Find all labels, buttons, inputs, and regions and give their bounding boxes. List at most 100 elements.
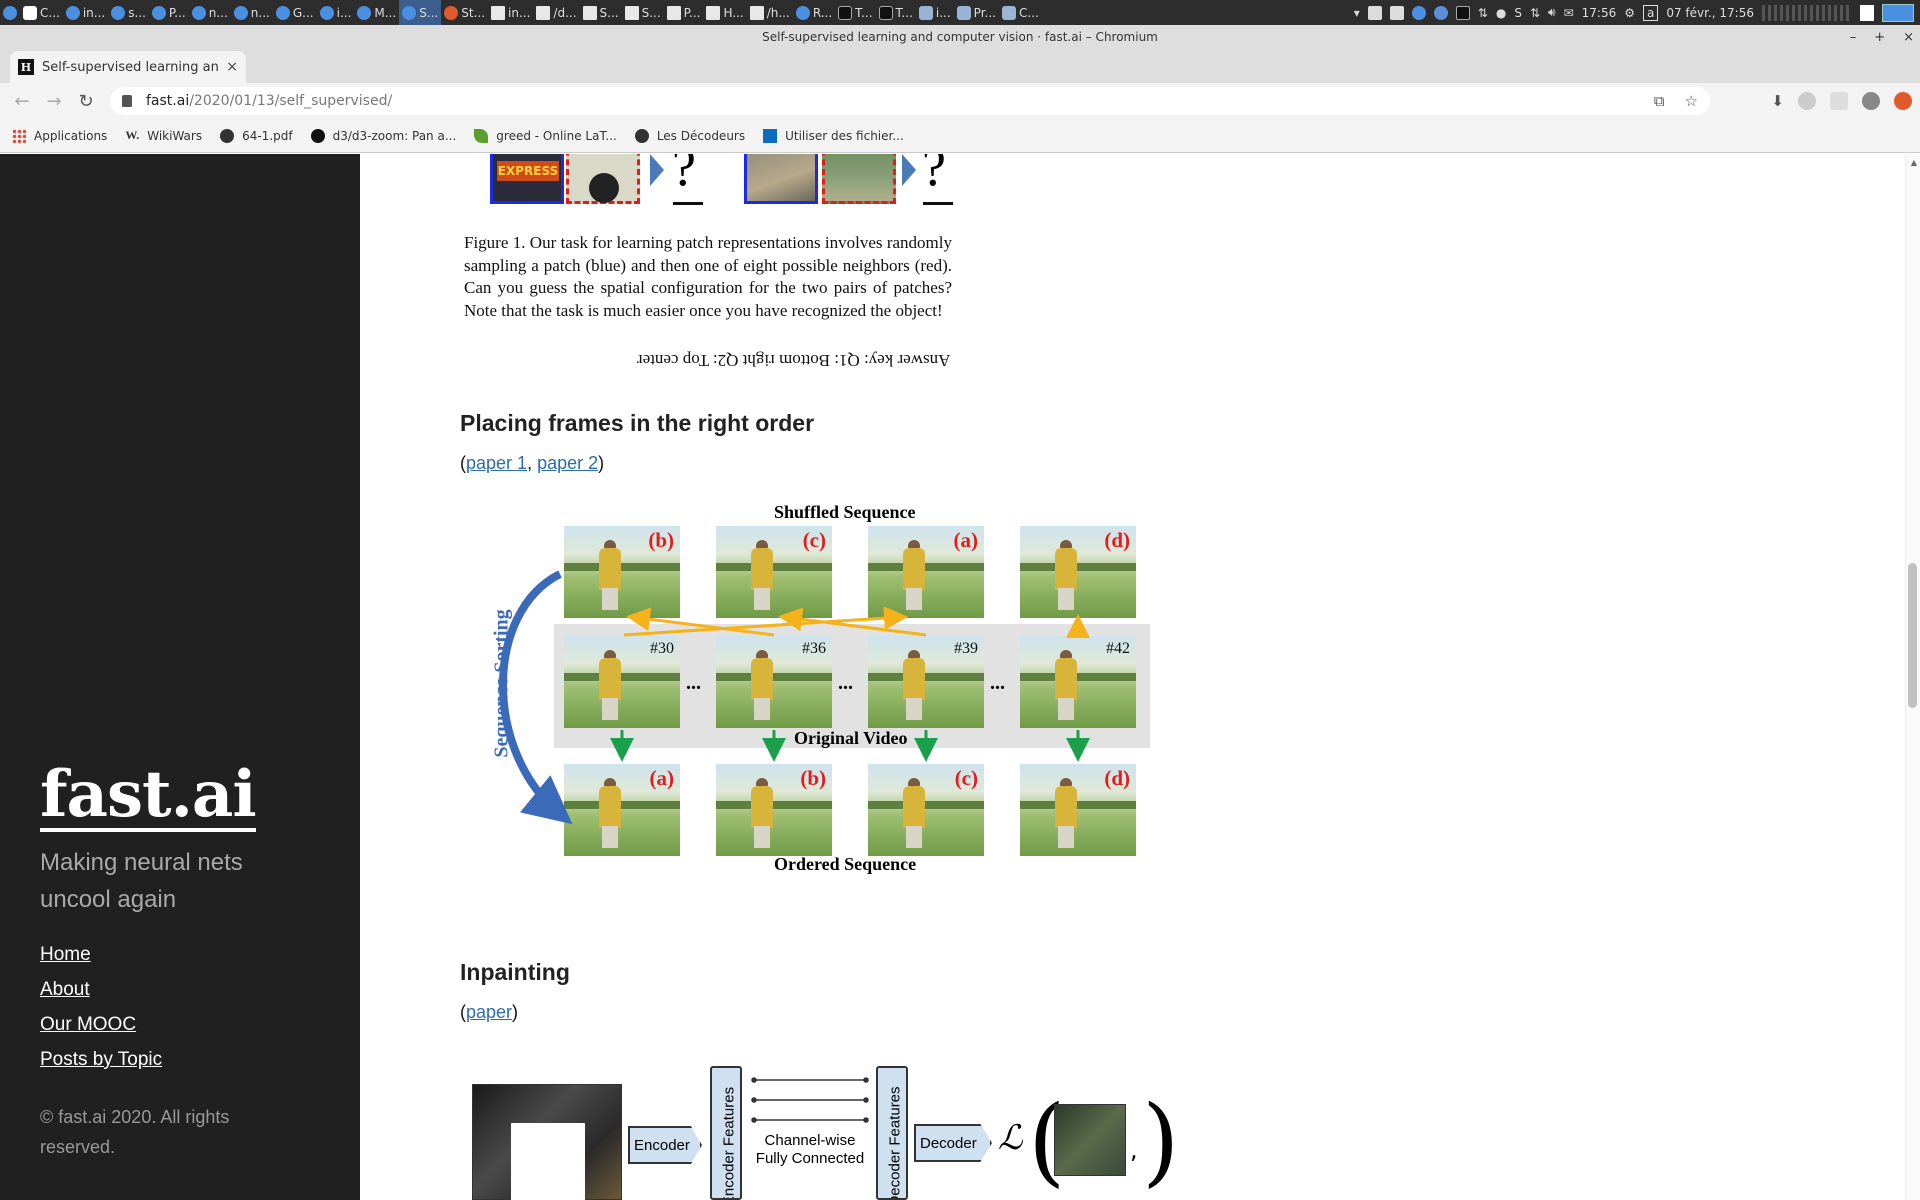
address-bar[interactable]: fast.ai /2020/01/13/self_supervised/ ⧉ ☆	[110, 87, 1710, 115]
network-transfer-icon[interactable]: ⇅	[1478, 6, 1488, 20]
settings-gear-icon[interactable]: ⚙	[1624, 6, 1635, 20]
taskbar-item[interactable]: in...	[488, 0, 533, 25]
leaf-icon	[474, 128, 489, 143]
taskbar-item[interactable]: C...	[20, 0, 63, 25]
page-scrollbar[interactable]: ▲	[1905, 154, 1920, 1200]
taskbar-item[interactable]: P...	[664, 0, 704, 25]
mail-icon[interactable]: ✉	[1564, 6, 1574, 20]
maximize-button[interactable]: +	[1874, 30, 1885, 45]
tab-active[interactable]: H Self-supervised learning and co ×	[10, 51, 246, 83]
update-icon[interactable]: ●	[1496, 6, 1506, 20]
r-launcher-icon[interactable]	[1433, 5, 1448, 20]
chromium-launcher-icon[interactable]	[1411, 5, 1426, 20]
bookmark-greed[interactable]: greed - Online LaT...	[474, 128, 617, 143]
taskbar-item-label: S...	[641, 5, 661, 20]
scrollbar-thumb[interactable]	[1908, 563, 1917, 708]
menu-button[interactable]	[0, 0, 20, 25]
forward-button[interactable]: →	[38, 85, 70, 117]
taskbar-item[interactable]: i...	[317, 0, 355, 25]
translate-icon[interactable]: ⧉	[1654, 92, 1665, 110]
url-path: /2020/01/13/self_supervised/	[189, 93, 393, 109]
taskbar-item[interactable]: H...	[703, 0, 746, 25]
minimize-button[interactable]: –	[1850, 30, 1857, 45]
taskbar-item[interactable]: i...	[916, 0, 954, 25]
window-title: Self-supervised learning and computer vi…	[0, 25, 1920, 50]
taskbar-item[interactable]: S...	[580, 0, 622, 25]
paper-1-link[interactable]: paper 1	[466, 453, 527, 473]
nav-link-home[interactable]: Home	[40, 942, 162, 967]
channel-wise-fc-label: Channel-wise Fully Connected	[755, 1132, 865, 1167]
globe-icon	[634, 128, 649, 143]
reload-button[interactable]: ↻	[70, 85, 102, 117]
site-logo[interactable]: fast.ai	[40, 762, 257, 832]
taskbar-item[interactable]: P...	[149, 0, 189, 25]
profile-icon[interactable]	[1894, 92, 1912, 110]
clock[interactable]: 17:56	[1582, 6, 1617, 20]
taskbar-item-label: T...	[855, 5, 873, 20]
taskbar-item[interactable]: /d...	[533, 0, 579, 25]
taskbar-item[interactable]: R...	[793, 0, 835, 25]
nav-link-posts-by-topic[interactable]: Posts by Topic	[40, 1047, 162, 1072]
taskbar-item[interactable]: St...	[441, 0, 488, 25]
scroll-up-arrow-icon[interactable]: ▲	[1911, 158, 1917, 167]
show-desktop-button[interactable]	[1882, 3, 1914, 22]
bookmark-d3-zoom[interactable]: d3/d3-zoom: Pan a...	[310, 128, 456, 143]
taskbar-item[interactable]: G...	[273, 0, 317, 25]
taskbar-item-label: H...	[723, 5, 744, 20]
taskbar-item[interactable]: T...	[835, 0, 875, 25]
file-manager-icon[interactable]	[1367, 5, 1382, 20]
sharepoint-icon	[763, 128, 778, 143]
nav-link-mooc[interactable]: Our MOOC	[40, 1012, 162, 1037]
taskbar-item[interactable]: /h...	[747, 0, 793, 25]
site-tagline: Making neural nets uncool again	[40, 849, 243, 913]
taskbar-item-label: C...	[40, 5, 60, 20]
download-icon[interactable]: ⬇	[1771, 92, 1784, 110]
taskbar-item-active[interactable]: S...	[399, 0, 442, 25]
inpainting-paper-link[interactable]: paper	[466, 1002, 512, 1022]
extension-icon[interactable]	[1862, 92, 1880, 110]
bookmark-decodeurs[interactable]: Les Décodeurs	[634, 128, 745, 143]
close-window-button[interactable]: ×	[1903, 30, 1914, 45]
date-time[interactable]: 07 févr., 17:56	[1666, 6, 1754, 20]
nav-link-about[interactable]: About	[40, 977, 162, 1002]
answer-underline	[923, 202, 953, 205]
taskbar-item-label: C...	[1018, 5, 1039, 20]
paper-2-link[interactable]: paper 2	[537, 453, 598, 473]
site-nav: Home About Our MOOC Posts by Topic	[40, 942, 162, 1082]
sequence-sorting-label: Sequence Sorting	[490, 609, 513, 758]
taskbar-item[interactable]: C...	[999, 0, 1042, 25]
keyboard-layout-indicator[interactable]: a	[1642, 4, 1659, 21]
taskbar-item[interactable]: M...	[354, 0, 399, 25]
text-editor-icon[interactable]	[1389, 5, 1404, 20]
bookmark-utiliser[interactable]: Utiliser des fichier...	[763, 128, 904, 143]
editor-icon	[491, 5, 506, 20]
cpu-meter	[1762, 4, 1852, 21]
workspace-indicator[interactable]	[1860, 4, 1874, 21]
taskbar-item[interactable]: Pr...	[954, 0, 999, 25]
back-button[interactable]: ←	[6, 85, 38, 117]
bookmark-wikiwars[interactable]: W. WikiWars	[125, 128, 202, 143]
volume-icon[interactable]: 🔊︎	[1548, 5, 1556, 20]
extension-icon[interactable]	[1798, 92, 1816, 110]
skype-icon[interactable]: S	[1514, 6, 1522, 20]
apps-grid-icon	[12, 128, 26, 143]
taskbar-item[interactable]: n...	[231, 0, 273, 25]
taskbar-item[interactable]: in...	[63, 0, 108, 25]
terminal-launcher-icon[interactable]	[1455, 5, 1470, 20]
taskbar-item-label: i...	[336, 5, 352, 20]
chromium-icon	[402, 5, 417, 20]
decoder-features-label: Decoder Features	[886, 1086, 904, 1200]
bookmark-pdf[interactable]: 64-1.pdf	[220, 128, 293, 143]
close-tab-icon[interactable]: ×	[226, 59, 238, 75]
lock-icon[interactable]	[122, 95, 132, 107]
taskbar-item[interactable]: T...	[876, 0, 916, 25]
taskbar-item[interactable]: s...	[108, 0, 149, 25]
extension-icon[interactable]	[1830, 92, 1848, 110]
network-icon[interactable]: ⇅	[1530, 6, 1540, 20]
bookmark-star-icon[interactable]: ☆	[1685, 92, 1698, 110]
chromium-icon	[275, 5, 290, 20]
taskbar-item[interactable]: n...	[189, 0, 231, 25]
bookmark-applications[interactable]: Applications	[12, 128, 107, 143]
dropdown-arrow-icon[interactable]: ▾	[1354, 6, 1360, 20]
taskbar-item[interactable]: S...	[622, 0, 664, 25]
